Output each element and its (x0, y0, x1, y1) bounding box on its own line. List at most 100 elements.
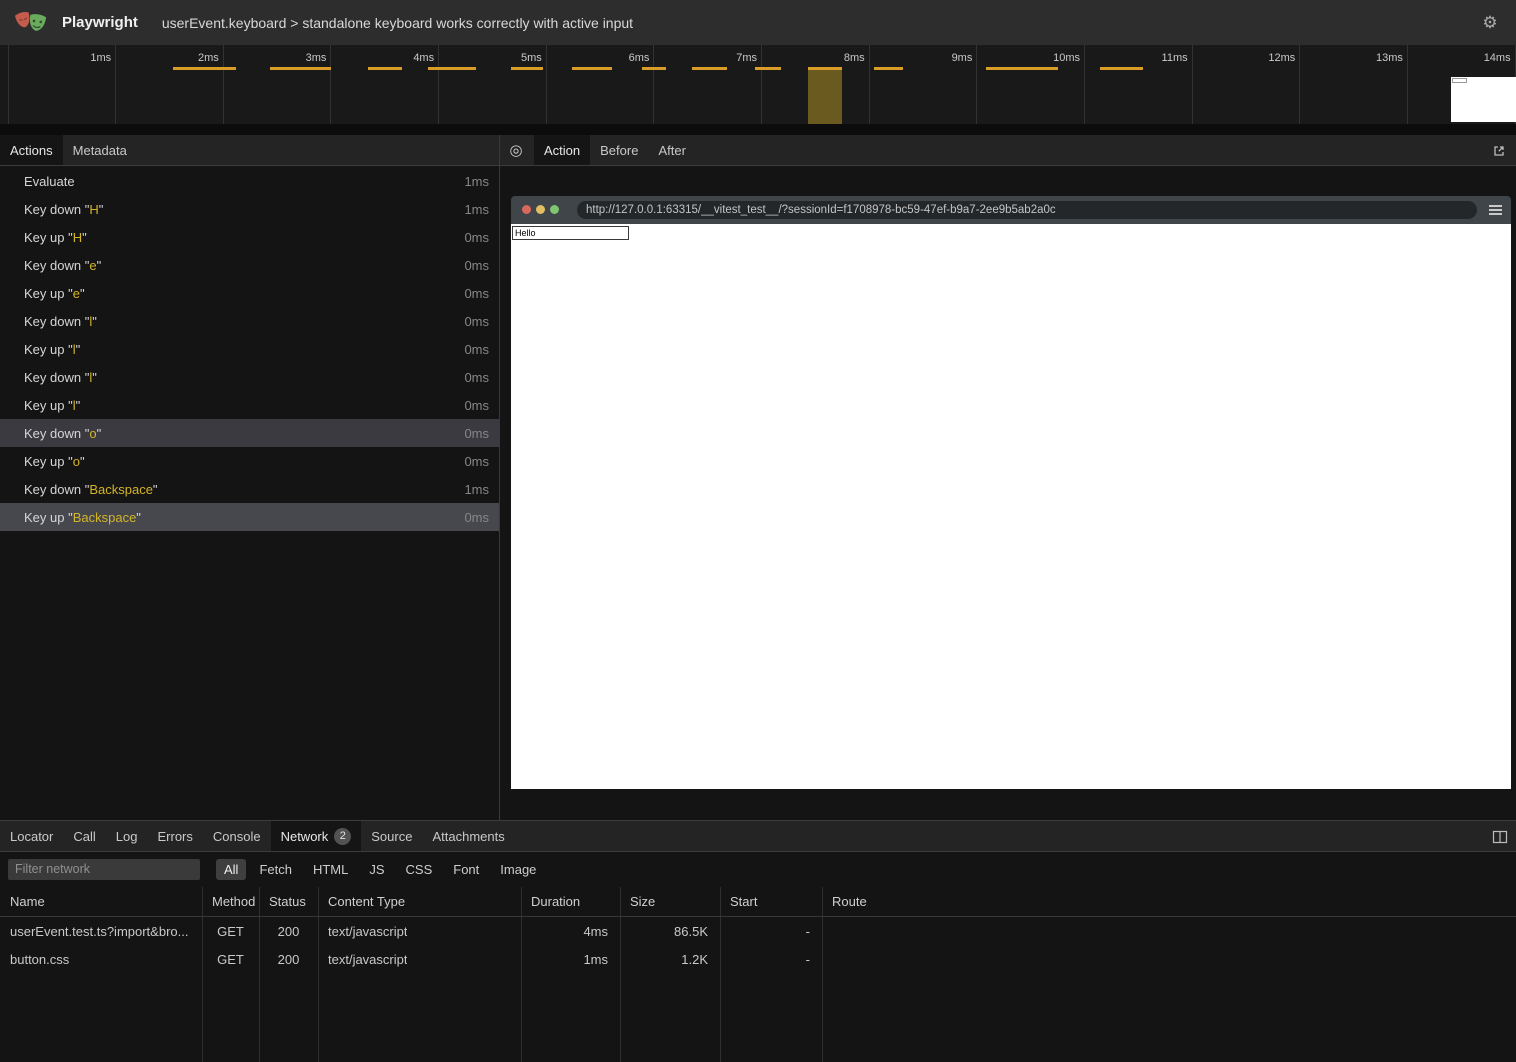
action-label-suffix: " (80, 286, 85, 301)
timeline-tick-label: 10ms (1010, 52, 1080, 64)
timeline-action-mark (692, 67, 727, 70)
tab-action[interactable]: Action (534, 135, 590, 165)
filter-chip-fetch[interactable]: Fetch (251, 859, 300, 880)
action-label-suffix: " (76, 342, 81, 357)
timeline-gridline (330, 45, 331, 124)
tab-locator[interactable]: Locator (0, 821, 63, 851)
timeline-tick-label: 13ms (1333, 52, 1403, 64)
cell-duration: 1ms (521, 945, 620, 973)
timeline-tick-label: 3ms (256, 52, 326, 64)
action-row[interactable]: Key up "o"0ms (0, 447, 499, 475)
network-filter-input[interactable] (8, 859, 200, 880)
tab-log[interactable]: Log (106, 821, 148, 851)
action-row[interactable]: Key up "l"0ms (0, 391, 499, 419)
bottom-tabstrip: LocatorCallLogErrors Console Network2Sourc… (0, 821, 1516, 852)
close-dot-icon (522, 205, 531, 214)
cell-size: 86.5K (620, 917, 720, 945)
cell-start: - (720, 917, 822, 945)
action-label: Key down " (24, 258, 89, 273)
network-table: NameMethodStatusContent TypeDurationSize… (0, 887, 1516, 1062)
tab-attachments[interactable]: Attachments (422, 821, 514, 851)
cell-text: GET (217, 952, 244, 967)
settings-gear-icon[interactable]: ⚙ (1476, 0, 1504, 45)
maximize-dot-icon (550, 205, 559, 214)
action-duration: 0ms (464, 230, 489, 245)
column-header-size[interactable]: Size (620, 887, 720, 916)
tab-label: Console (213, 829, 261, 844)
film-strip-thumbnail[interactable] (1451, 77, 1516, 122)
action-row[interactable]: Key up "e"0ms (0, 279, 499, 307)
tab-before[interactable]: Before (590, 135, 648, 165)
filter-chip-html[interactable]: HTML (305, 859, 356, 880)
action-label-suffix: " (153, 482, 158, 497)
timeline-gridline (546, 45, 547, 124)
action-row[interactable]: Key down "Backspace"1ms (0, 475, 499, 503)
filter-chip-all[interactable]: All (216, 859, 246, 880)
tab-source[interactable]: Source (361, 821, 422, 851)
toggle-panel-layout-icon[interactable] (1492, 829, 1508, 845)
action-row[interactable]: Key down "e"0ms (0, 251, 499, 279)
tab-count-badge: 2 (334, 828, 351, 845)
network-request-row[interactable]: userEvent.test.ts?import&bro...GET200tex… (0, 917, 1516, 945)
main-area: ActionsMetadata Evaluate1msKey down "H"1… (0, 135, 1516, 820)
cell-text: 1ms (583, 952, 608, 967)
network-request-row[interactable]: button.cssGET200text/javascript1ms1.2K- (0, 945, 1516, 973)
action-row[interactable]: Key up "l"0ms (0, 335, 499, 363)
action-row[interactable]: Evaluate1ms (0, 167, 499, 195)
tab-metadata[interactable]: Metadata (63, 135, 137, 165)
action-row[interactable]: Key down "H"1ms (0, 195, 499, 223)
action-row[interactable]: Key down "l"0ms (0, 307, 499, 335)
timeline-action-mark (986, 67, 1058, 70)
snapshot-page (511, 224, 1511, 789)
timeline-tick-label: 12ms (1225, 52, 1295, 64)
cell-content_type: text/javascript (318, 917, 521, 945)
action-row[interactable]: Key down "o"0ms (0, 419, 499, 447)
timeline-action-mark (428, 67, 476, 70)
timeline-gridline (653, 45, 654, 124)
tab-call[interactable]: Call (63, 821, 105, 851)
timeline-tick-label: 8ms (795, 52, 865, 64)
tab-errors[interactable]: Errors (147, 821, 202, 851)
cell-status: 200 (259, 917, 318, 945)
column-header-route[interactable]: Route (822, 887, 1516, 916)
cell-content_type: text/javascript (318, 945, 521, 973)
column-header-start[interactable]: Start (720, 887, 822, 916)
action-row[interactable]: Key down "l"0ms (0, 363, 499, 391)
tab-label: Actions (10, 143, 53, 158)
timeline-tick-label: 11ms (1118, 52, 1188, 64)
column-header-method[interactable]: Method (202, 887, 259, 916)
tab-after[interactable]: After (648, 135, 695, 165)
playwright-logo-icon (14, 9, 48, 37)
tab-actions[interactable]: Actions (0, 135, 63, 165)
filter-chip-font[interactable]: Font (445, 859, 487, 880)
filter-chip-image[interactable]: Image (492, 859, 544, 880)
tab-label: Action (544, 143, 580, 158)
column-header-status[interactable]: Status (259, 887, 318, 916)
timeline-action-mark (874, 67, 903, 70)
timeline-selected-action-range (808, 67, 842, 124)
bottom-panel: LocatorCallLogErrors Console Network2Sourc… (0, 820, 1516, 1062)
open-snapshot-external-icon[interactable] (1490, 142, 1508, 160)
timeline-gridline (1299, 45, 1300, 124)
timeline-tick-label: 7ms (687, 52, 757, 64)
column-header-duration[interactable]: Duration (521, 887, 620, 916)
column-header-content_type[interactable]: Content Type (318, 887, 521, 916)
timeline-action-mark (1100, 67, 1143, 70)
action-list: Evaluate1msKey down "H"1msKey up "H"0msK… (0, 167, 499, 820)
tab-console[interactable]: Console (203, 821, 271, 851)
column-header-name[interactable]: Name (0, 887, 202, 916)
action-key-value: H (73, 230, 82, 245)
hello-text-input[interactable] (512, 226, 629, 240)
action-duration: 1ms (464, 482, 489, 497)
filter-chip-js[interactable]: JS (361, 859, 392, 880)
tab-network[interactable]: Network2 (271, 821, 362, 851)
timeline-action-mark (572, 67, 612, 70)
network-filter-row: AllFetchHTMLJS CSSFontImage (0, 852, 1516, 886)
timeline[interactable]: 1ms2ms3ms4ms5ms6ms7ms8ms9ms10ms11ms12ms1… (0, 45, 1516, 135)
action-label-suffix: " (76, 398, 81, 413)
filter-chip-css[interactable]: CSS (398, 859, 441, 880)
timeline-action-mark (808, 67, 842, 70)
action-row[interactable]: Key up "Backspace"0ms (0, 503, 499, 531)
action-row[interactable]: Key up "H"0ms (0, 223, 499, 251)
pick-locator-target-icon[interactable]: ◎ (508, 141, 524, 159)
